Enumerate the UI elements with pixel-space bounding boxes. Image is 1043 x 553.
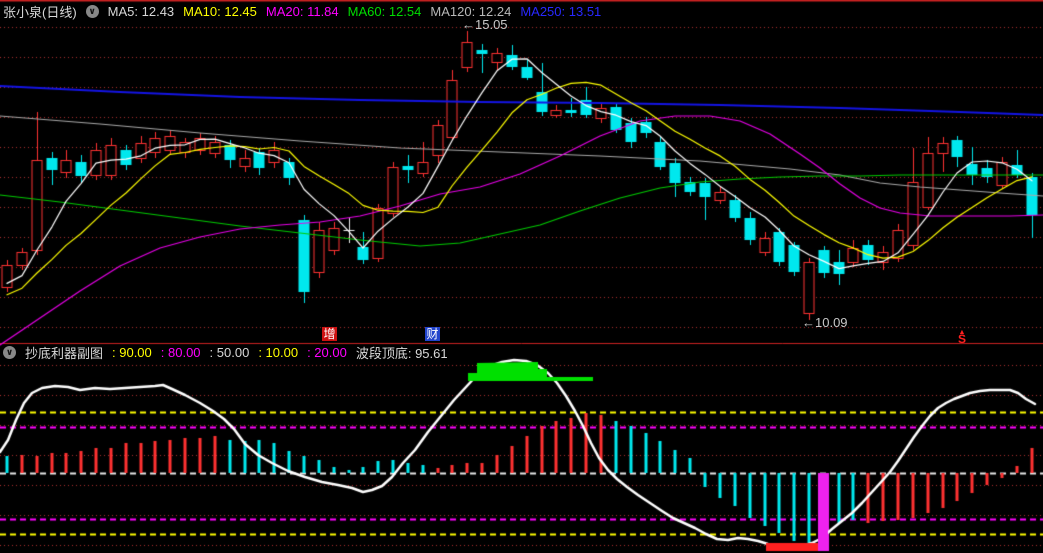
ma20-legend: MA20: 11.84 xyxy=(265,4,339,19)
main-chart-legend: 张小泉(日线) ∨ MA5: 12.43 MA10: 12.45 MA20: 1… xyxy=(3,2,601,21)
indicator-param-3: : 50.00 xyxy=(209,345,250,360)
chart-canvas[interactable] xyxy=(0,0,1043,553)
page-title: 张小泉(日线) xyxy=(3,5,77,20)
ma120-legend: MA120: 12.24 xyxy=(430,4,512,19)
chevron-down-icon[interactable]: ∨ xyxy=(3,346,16,359)
indicator-param-5: : 20.00 xyxy=(307,345,347,360)
sub-chart-legend: ∨ 抄底利器副图 : 90.00 : 80.00 : 50.00 : 10.00… xyxy=(3,343,448,362)
indicator-name: 抄底利器副图 xyxy=(25,346,104,361)
indicator-param-2: : 80.00 xyxy=(160,345,201,360)
trough-price-label: ←10.09 xyxy=(802,315,848,330)
indicator-param-4: : 10.00 xyxy=(258,345,299,360)
ma60-legend: MA60: 12.54 xyxy=(347,4,422,19)
ma10-legend: MA10: 12.45 xyxy=(183,4,257,19)
sell-point-marker: ▲ S xyxy=(958,329,967,346)
stock-chart-app: 张小泉(日线) ∨ MA5: 12.43 MA10: 12.45 MA20: 1… xyxy=(0,0,1043,553)
indicator-param-1: : 90.00 xyxy=(112,345,152,360)
ma250-legend: MA250: 13.51 xyxy=(520,4,602,19)
ma5-legend: MA5: 12.43 xyxy=(107,4,175,19)
chevron-down-icon[interactable]: ∨ xyxy=(85,5,99,18)
event-tag-cai[interactable]: 财 xyxy=(425,327,440,341)
indicator-value: 波段顶底: 95.61 xyxy=(355,346,448,361)
event-tag-zeng[interactable]: 增 xyxy=(322,327,337,341)
